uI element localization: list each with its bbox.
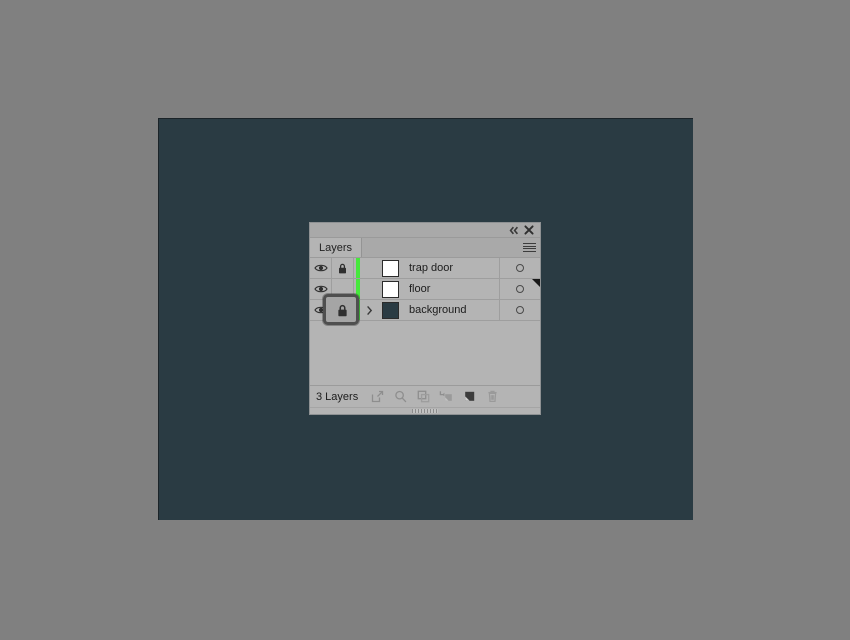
delete-selection-button[interactable] bbox=[485, 390, 499, 404]
eye-icon bbox=[313, 264, 328, 272]
layer-disclosure-toggle[interactable] bbox=[361, 279, 377, 299]
table-row[interactable]: background bbox=[310, 294, 540, 325]
layer-lock-toggle[interactable] bbox=[323, 294, 359, 325]
footer-button-group bbox=[370, 390, 499, 404]
panel-menu-icon[interactable] bbox=[523, 242, 536, 253]
close-icon[interactable] bbox=[522, 224, 536, 237]
target-circle-icon bbox=[516, 285, 524, 293]
layer-disclosure-toggle[interactable] bbox=[361, 258, 377, 278]
chevron-right-icon bbox=[366, 305, 372, 315]
new-sublayer-icon bbox=[439, 391, 453, 401]
layer-count-label: 3 Layers bbox=[316, 390, 359, 403]
clipping-mask-icon bbox=[417, 390, 430, 403]
layer-target-indicator[interactable] bbox=[500, 279, 540, 299]
lock-closed-icon bbox=[338, 304, 347, 316]
layer-disclosure-toggle[interactable] bbox=[361, 300, 377, 320]
layer-target-indicator[interactable] bbox=[500, 258, 540, 278]
layer-lock-toggle[interactable] bbox=[332, 258, 354, 278]
make-clipping-mask-button[interactable] bbox=[416, 390, 430, 404]
tab-layers-label: Layers bbox=[319, 241, 353, 254]
locate-object-button[interactable] bbox=[370, 390, 384, 404]
create-new-sublayer-button[interactable] bbox=[439, 390, 453, 404]
locate-object-icon bbox=[371, 390, 383, 403]
find-button[interactable] bbox=[393, 390, 407, 404]
panel-tabbar: Layers bbox=[310, 238, 540, 258]
layer-target-indicator[interactable] bbox=[500, 300, 540, 320]
collapse-panel-icon[interactable] bbox=[507, 224, 521, 237]
layer-thumbnail bbox=[377, 300, 404, 320]
layers-panel: Layers trap door floor background 3 Laye… bbox=[309, 222, 541, 415]
layer-color-indicator bbox=[354, 258, 361, 278]
layer-thumbnail bbox=[377, 279, 404, 299]
layer-name[interactable]: trap door bbox=[404, 258, 500, 278]
panel-footer: 3 Layers bbox=[310, 386, 540, 407]
panel-titlebar bbox=[310, 223, 540, 238]
tab-layers[interactable]: Layers bbox=[310, 238, 363, 257]
lock-closed-icon bbox=[339, 263, 346, 273]
layer-visibility-toggle[interactable] bbox=[310, 258, 332, 278]
create-new-layer-button[interactable] bbox=[462, 390, 476, 404]
trash-icon bbox=[488, 390, 497, 402]
lock-icon-wrap bbox=[332, 300, 353, 320]
layer-list[interactable]: trap door floor background bbox=[310, 258, 540, 386]
layer-name[interactable]: floor bbox=[404, 279, 500, 299]
target-circle-icon bbox=[516, 306, 524, 314]
table-row[interactable]: trap door bbox=[310, 258, 540, 279]
layer-thumbnail bbox=[377, 258, 404, 278]
grip-dots-icon bbox=[412, 409, 438, 413]
selection-corner-marker bbox=[532, 279, 540, 287]
layer-name[interactable]: background bbox=[404, 300, 500, 320]
magnifier-icon bbox=[394, 390, 406, 403]
panel-resize-grip[interactable] bbox=[310, 407, 540, 414]
new-layer-icon bbox=[464, 391, 474, 401]
target-circle-icon bbox=[516, 264, 524, 272]
eye-icon bbox=[313, 285, 328, 293]
